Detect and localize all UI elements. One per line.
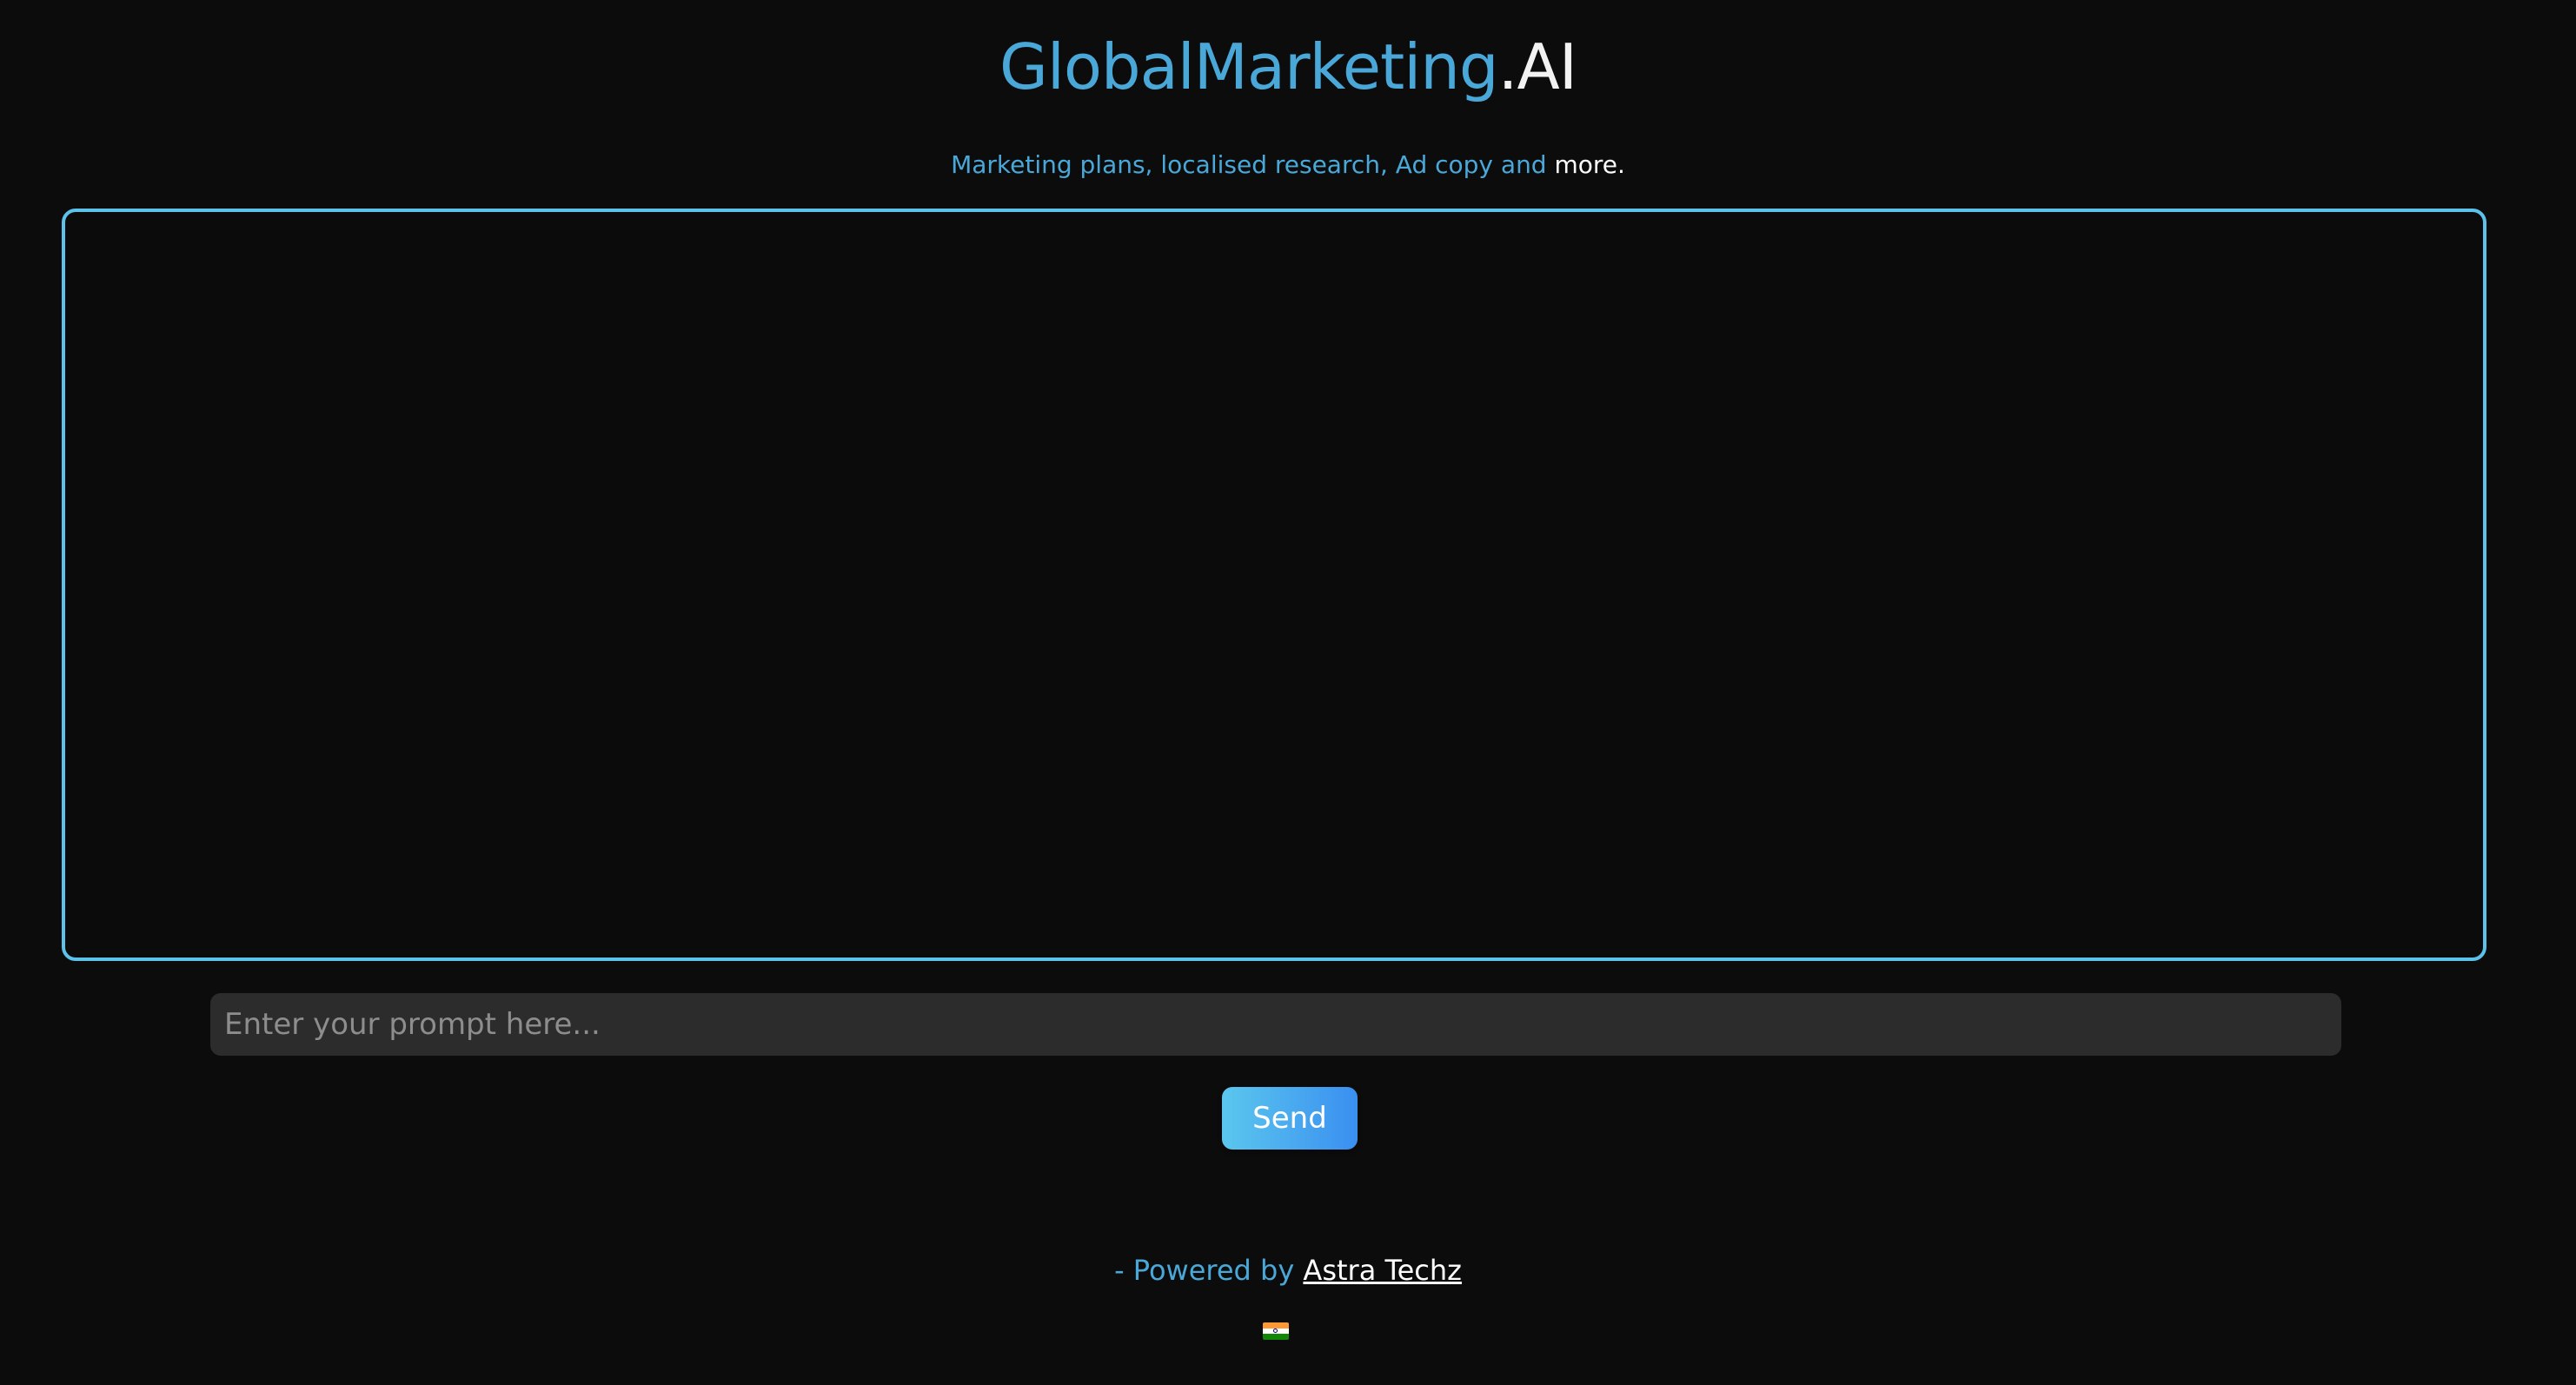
flag-saffron-band	[1263, 1322, 1289, 1329]
brand-name: GlobalMarketing	[999, 30, 1499, 103]
page-subtitle: Marketing plans, localised research, Ad …	[0, 148, 2576, 182]
flag-white-band	[1263, 1328, 1289, 1335]
footer-prefix: - Powered by	[1114, 1254, 1304, 1287]
prompt-input[interactable]	[210, 993, 2341, 1056]
flag-green-band	[1263, 1334, 1289, 1340]
chat-output-area	[62, 209, 2486, 961]
footer: - Powered by Astra Techz	[0, 1251, 2576, 1289]
page: GlobalMarketing.AI Marketing plans, loca…	[0, 0, 2576, 1385]
flag-chakra	[1273, 1329, 1278, 1334]
send-button[interactable]: Send	[1222, 1087, 1358, 1150]
brand-suffix: .AI	[1497, 30, 1577, 103]
subtitle-text: Marketing plans, localised research, Ad …	[951, 150, 1555, 179]
astra-techz-link[interactable]: Astra Techz	[1303, 1254, 1462, 1287]
india-flag-icon	[1263, 1322, 1289, 1340]
subtitle-highlight: more.	[1554, 150, 1625, 179]
page-title: GlobalMarketing.AI	[0, 28, 2576, 106]
